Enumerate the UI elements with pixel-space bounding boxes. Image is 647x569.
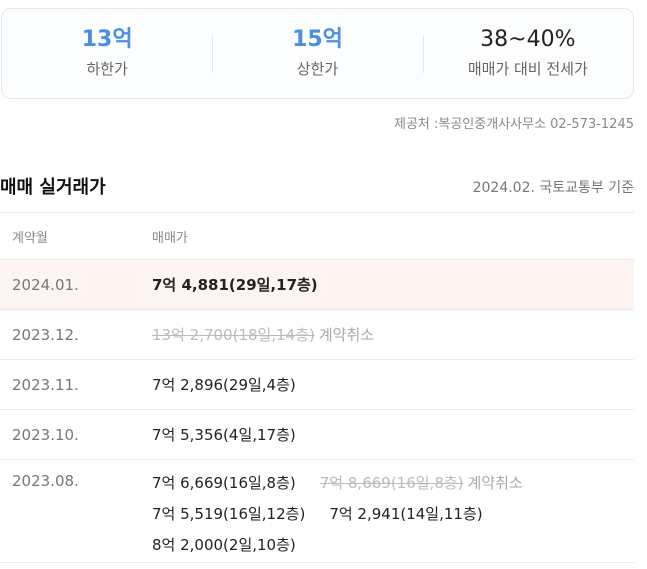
deal-entry: 7억 5,356(4일,17층) (152, 426, 296, 444)
price-summary-card: 13억 하한가 15억 상한가 38~40% 매매가 대비 전세가 (1, 8, 634, 99)
lower-price-value: 13억 (81, 27, 133, 52)
deal-entry: 7억 2,896(29일,4층) (152, 376, 296, 394)
cancel-tag: 계약취소 (318, 326, 375, 344)
deal-line: 7억 6,669(16일,8층) 7억 8,669(16일,8층) 계약취소 (152, 472, 634, 494)
deal-entry: 7억 4,881(29일,17층) (152, 276, 318, 294)
table-row[interactable]: 2023.12. 13억 2,700(18일,14층) 계약취소 (0, 310, 634, 360)
table-row[interactable]: 2023.10. 7억 5,356(4일,17층) (0, 410, 634, 460)
section-title: 매매 실거래가 (0, 177, 106, 198)
deal-line: 8억 2,000(2일,10층) (152, 534, 634, 556)
row-price: 7억 4,881(29일,17층) (152, 274, 634, 295)
cancelled-deal: 7억 8,669(16일,8층) (319, 474, 464, 492)
row-price: 13억 2,700(18일,14층) 계약취소 (152, 324, 634, 345)
header-price: 매매가 (152, 230, 188, 246)
jeonse-ratio-label: 매매가 대비 전세가 (467, 60, 588, 78)
row-month: 2023.08. (12, 472, 79, 490)
transaction-table: 계약월 매매가 2024.01. 7억 4,881(29일,17층) 2023.… (0, 212, 634, 563)
upper-price-value: 15억 (292, 27, 343, 52)
deal-entry: 8억 2,000(2일,10층) (152, 536, 296, 554)
table-row[interactable]: 2024.01. 7억 4,881(29일,17층) (0, 260, 634, 310)
deal-entry: 7억 6,669(16일,8층) (152, 474, 296, 492)
lower-price-item: 13억 하한가 (2, 9, 212, 98)
deal-entry: 7억 2,941(14일,11층) (329, 505, 483, 523)
jeonse-ratio-value: 38~40% (480, 27, 576, 52)
cancel-tag: 계약취소 (467, 474, 523, 492)
table-row[interactable]: 2023.08. 7억 6,669(16일,8층) 7억 8,669(16일,8… (0, 460, 634, 563)
row-month: 2023.10. (12, 425, 79, 444)
lower-price-label: 하한가 (86, 60, 128, 78)
row-month: 2023.12. (12, 325, 79, 344)
deal-line: 7억 5,519(16일,12층) 7억 2,941(14일,11층) (152, 503, 634, 525)
upper-price-item: 15억 상한가 (212, 9, 422, 98)
upper-price-label: 상한가 (296, 60, 339, 78)
table-header: 계약월 매매가 (0, 212, 634, 260)
table-row[interactable]: 2023.11. 7억 2,896(29일,4층) (0, 360, 634, 410)
jeonse-ratio-item: 38~40% 매매가 대비 전세가 (422, 9, 633, 98)
row-price: 7억 2,896(29일,4층) (152, 374, 634, 395)
row-price: 7억 6,669(16일,8층) 7억 8,669(16일,8층) 계약취소 7억… (152, 472, 634, 556)
deal-entry: 7억 5,519(16일,12층) (152, 505, 306, 523)
row-price: 7억 5,356(4일,17층) (152, 424, 634, 445)
provider-info: 제공처 :복공인중개사사무소 02-573-1245 (394, 117, 634, 132)
section-basis: 2024.02. 국토교통부 기준 (472, 180, 634, 196)
row-month: 2024.01. (12, 275, 79, 294)
row-month: 2023.11. (12, 375, 79, 394)
cancelled-deal: 13억 2,700(18일,14층) (152, 326, 315, 344)
header-month: 계약월 (12, 230, 48, 246)
